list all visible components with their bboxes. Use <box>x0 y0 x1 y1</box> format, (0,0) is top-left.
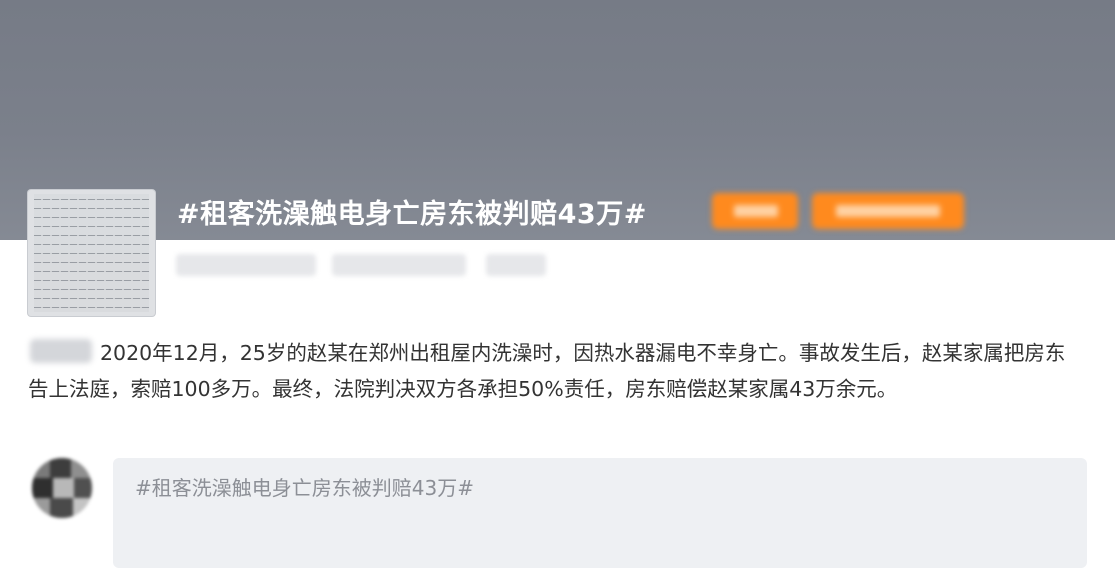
topic-tag-blurred[interactable] <box>812 193 964 229</box>
topic-meta-blurred <box>332 254 466 276</box>
topic-thumbnail[interactable] <box>28 190 155 316</box>
document-image <box>34 194 149 312</box>
topic-title: #租客洗澡触电身亡房东被判赔43万# <box>177 199 647 230</box>
comment-input[interactable]: #租客洗澡触电身亡房东被判赔43万# <box>113 458 1087 568</box>
topic-tag-blurred[interactable] <box>712 193 798 229</box>
user-avatar[interactable] <box>32 458 92 518</box>
topic-meta-blurred <box>486 254 546 276</box>
comment-input-text: #租客洗澡触电身亡房东被判赔43万# <box>135 476 474 500</box>
post-body-text: 2020年12月，25岁的赵某在郑州出租屋内洗澡时，因热水器漏电不幸身亡。事故发… <box>28 341 1066 401</box>
topic-meta-blurred <box>176 254 316 276</box>
